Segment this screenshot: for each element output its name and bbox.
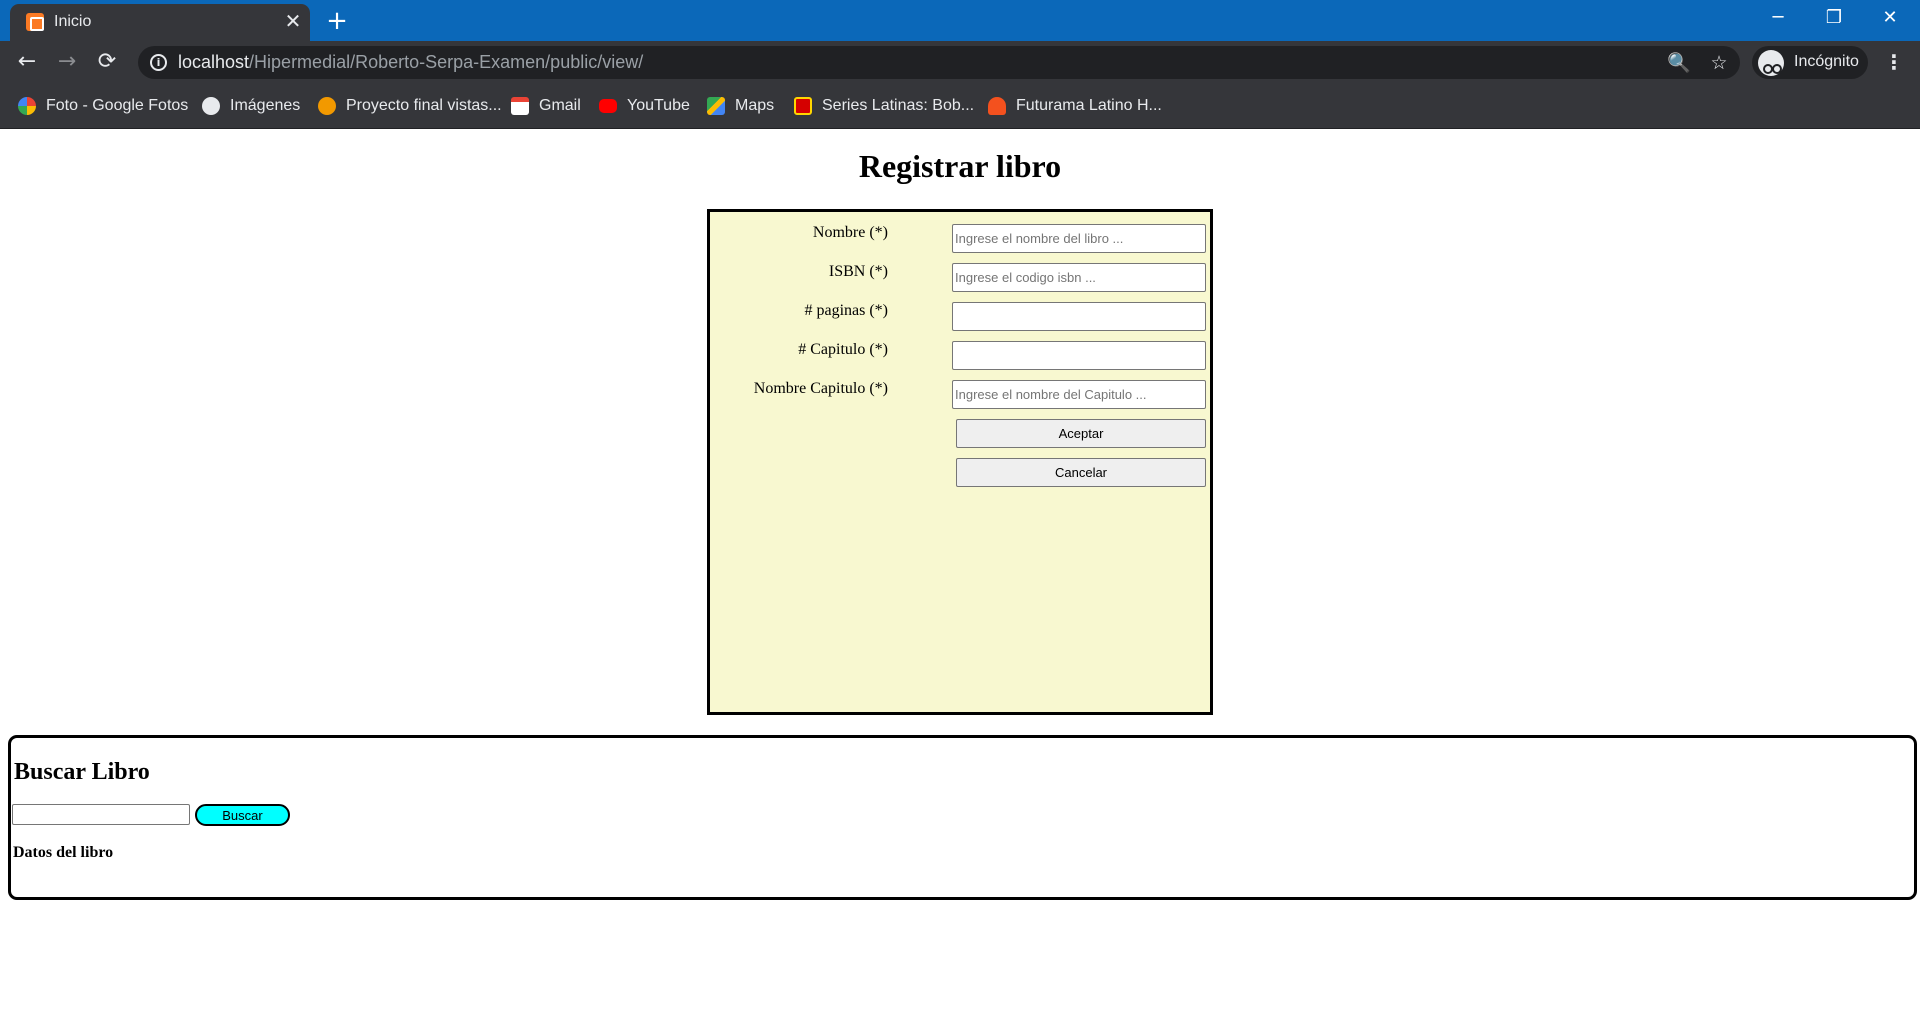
xampp-favicon-icon bbox=[26, 13, 44, 31]
browser-menu-icon[interactable]: ⋮ bbox=[1880, 47, 1908, 77]
bookmark-maps[interactable]: Maps bbox=[707, 94, 774, 118]
search-book-panel: Buscar Libro Buscar Datos del libro bbox=[8, 735, 1917, 900]
paginas-input[interactable] bbox=[952, 302, 1206, 331]
nombre-capitulo-label: Nombre Capitulo (*) bbox=[753, 380, 888, 397]
tab-title: Inicio bbox=[54, 13, 92, 30]
globe-icon bbox=[202, 97, 220, 115]
capitulo-label: # Capitulo (*) bbox=[798, 341, 888, 358]
close-window-button[interactable]: ✕ bbox=[1862, 0, 1918, 38]
register-book-form: Nombre (*) ISBN (*) # paginas (*) # Capi… bbox=[707, 209, 1213, 715]
forward-button[interactable]: → bbox=[52, 47, 82, 77]
gmail-icon bbox=[511, 97, 529, 115]
incognito-indicator[interactable]: Incógnito bbox=[1752, 46, 1868, 79]
bookmark-google-fotos[interactable]: Foto - Google Fotos bbox=[18, 94, 188, 118]
incognito-label: Incógnito bbox=[1794, 53, 1859, 70]
browser-toolbar: ← → ⟳ i localhost/Hipermedial/Roberto-Se… bbox=[0, 41, 1920, 83]
page-title: Registrar libro bbox=[858, 148, 1062, 184]
futurama-icon bbox=[988, 97, 1006, 115]
bookmark-label: Proyecto final vistas... bbox=[346, 97, 502, 114]
accept-button[interactable]: Aceptar bbox=[956, 419, 1206, 448]
search-title: Buscar Libro bbox=[14, 759, 150, 785]
zoom-icon[interactable]: 🔍 bbox=[1666, 50, 1692, 76]
youtube-icon bbox=[599, 99, 617, 113]
isbn-label: ISBN (*) bbox=[828, 263, 888, 280]
minimize-button[interactable]: ─ bbox=[1750, 0, 1806, 38]
browser-tab[interactable]: Inicio ✕ bbox=[10, 4, 310, 41]
cancel-button[interactable]: Cancelar bbox=[956, 458, 1206, 487]
incognito-icon bbox=[1758, 50, 1784, 76]
bookmark-label: YouTube bbox=[627, 97, 690, 114]
isbn-input[interactable] bbox=[952, 263, 1206, 292]
bookmark-proyecto-final[interactable]: Proyecto final vistas... bbox=[318, 94, 502, 118]
nombre-input[interactable] bbox=[952, 224, 1206, 253]
bookmark-series-latinas[interactable]: Series Latinas: Bob... bbox=[794, 94, 974, 118]
url-path: /Hipermedial/Roberto-Serpa-Examen/public… bbox=[249, 52, 644, 72]
search-input[interactable] bbox=[12, 804, 190, 825]
bookmark-label: Foto - Google Fotos bbox=[46, 97, 189, 114]
bookmark-label: Imágenes bbox=[230, 97, 301, 114]
maps-icon bbox=[707, 97, 725, 115]
url-host: localhost bbox=[178, 52, 250, 72]
restore-button[interactable]: ❐ bbox=[1806, 0, 1862, 38]
nombre-capitulo-input[interactable] bbox=[952, 380, 1206, 409]
paginas-label: # paginas (*) bbox=[804, 302, 888, 319]
bookmark-label: Maps bbox=[735, 97, 775, 114]
bookmark-star-icon[interactable]: ☆ bbox=[1706, 50, 1732, 76]
site-info-icon[interactable]: i bbox=[150, 54, 167, 71]
project-icon bbox=[318, 97, 336, 115]
reload-button[interactable]: ⟳ bbox=[92, 47, 122, 77]
bookmark-label: Series Latinas: Bob... bbox=[822, 97, 975, 114]
capitulo-input[interactable] bbox=[952, 341, 1206, 370]
book-data-label: Datos del libro bbox=[13, 844, 114, 861]
address-bar[interactable]: i localhost/Hipermedial/Roberto-Serpa-Ex… bbox=[138, 46, 1740, 79]
bookmark-label: Futurama Latino H... bbox=[1016, 97, 1162, 114]
nombre-label: Nombre (*) bbox=[812, 224, 888, 241]
browser-tab-strip: Inicio ✕ + ─ ❐ ✕ bbox=[0, 0, 1920, 41]
search-button[interactable]: Buscar bbox=[195, 804, 290, 826]
bookmark-imagenes[interactable]: Imágenes bbox=[202, 94, 300, 118]
url-text[interactable]: localhost/Hipermedial/Roberto-Serpa-Exam… bbox=[178, 52, 643, 73]
new-tab-button[interactable]: + bbox=[322, 6, 352, 36]
bookmark-futurama[interactable]: Futurama Latino H... bbox=[988, 94, 1162, 118]
bookmark-label: Gmail bbox=[539, 97, 581, 114]
series-latinas-icon bbox=[794, 97, 812, 115]
bookmark-gmail[interactable]: Gmail bbox=[511, 94, 581, 118]
bookmark-youtube[interactable]: YouTube bbox=[599, 94, 690, 118]
google-photos-icon bbox=[18, 97, 36, 115]
tab-close-icon[interactable]: ✕ bbox=[280, 8, 306, 34]
bookmarks-bar: Foto - Google Fotos Imágenes Proyecto fi… bbox=[0, 83, 1920, 129]
back-button[interactable]: ← bbox=[12, 47, 42, 77]
